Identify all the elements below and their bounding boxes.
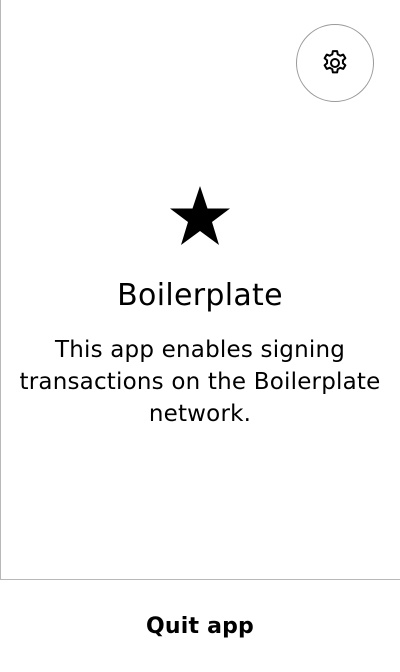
star-icon [170,186,230,245]
gear-icon [323,50,347,74]
app-description: This app enables signing transactions on… [19,337,381,427]
quit-app-button[interactable]: Quit app [0,580,400,672]
settings-button[interactable] [296,24,374,102]
app-name: Boilerplate [117,278,283,313]
quit-app-label: Quit app [145,613,255,639]
app-info: Boilerplate This app enables signing tra… [0,184,400,430]
